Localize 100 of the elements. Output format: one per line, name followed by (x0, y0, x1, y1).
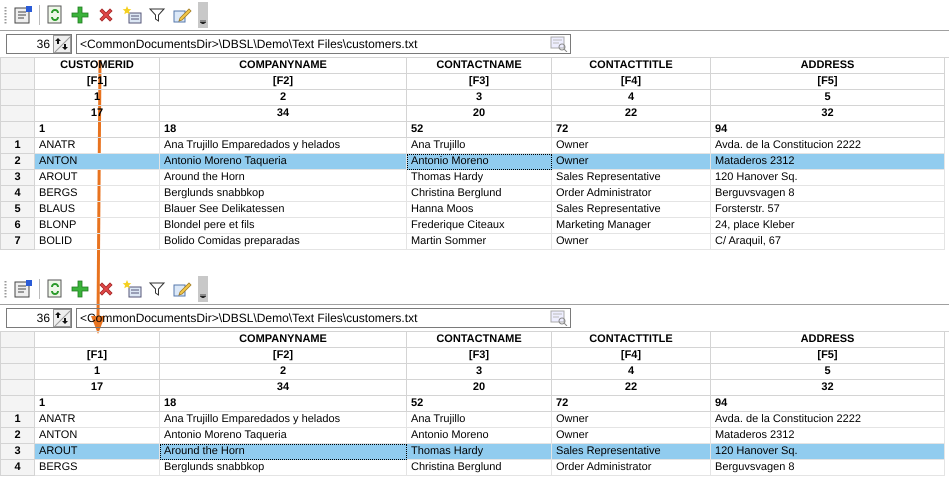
plus-icon[interactable] (70, 279, 90, 299)
column-header[interactable]: [F5] (711, 348, 945, 364)
table-cell[interactable]: Sales Representative (552, 444, 711, 460)
column-header[interactable]: 4 (552, 90, 711, 106)
table-cell[interactable]: Hanna Moos (407, 202, 552, 218)
table-cell[interactable]: Christina Berglund (407, 186, 552, 202)
table-cell[interactable]: Blondel pere et fils (160, 218, 407, 234)
column-header[interactable]: 17 (35, 380, 160, 396)
table-cell[interactable]: Martin Sommer (407, 234, 552, 250)
table-row[interactable]: 1 ANATR Ana Trujillo Emparedados y helados Ana Trujillo Owner Avda. de la Constitucion 2222 (0, 412, 945, 428)
column-header[interactable]: 52 (407, 122, 552, 138)
table-cell[interactable]: Owner (552, 412, 711, 428)
column-header[interactable]: 52 (407, 396, 552, 412)
column-header[interactable]: 1 (35, 396, 160, 412)
table-cell[interactable]: BLAUS (35, 202, 160, 218)
record-count-field[interactable]: 36 (6, 308, 72, 328)
column-header[interactable]: 5 (711, 364, 945, 380)
table-cell[interactable]: Avda. de la Constitucion 2222 (711, 412, 945, 428)
column-header[interactable]: 94 (711, 122, 945, 138)
sort-arrows-icon[interactable] (53, 35, 71, 53)
table-cell[interactable]: Sales Representative (552, 170, 711, 186)
properties-icon[interactable] (13, 279, 33, 299)
table-cell[interactable]: Antonio Moreno Taqueria (160, 154, 407, 170)
column-header[interactable]: [F5] (711, 74, 945, 90)
table-cell[interactable]: Antonio Moreno (407, 154, 552, 170)
column-header[interactable]: 34 (160, 106, 407, 122)
table-cell[interactable]: ANTON (35, 154, 160, 170)
column-header[interactable]: 5 (711, 90, 945, 106)
column-header[interactable]: 34 (160, 380, 407, 396)
new-item-icon[interactable] (122, 279, 142, 299)
browse-icon[interactable] (550, 36, 568, 52)
table-cell[interactable]: 24, place Kleber (711, 218, 945, 234)
column-header[interactable]: COMPANYNAME (160, 58, 407, 74)
table-cell[interactable]: BERGS (35, 186, 160, 202)
table-cell[interactable]: Owner (552, 154, 711, 170)
table-cell[interactable]: Berguvsvagen 8 (711, 186, 945, 202)
column-header[interactable]: 72 (552, 396, 711, 412)
table-cell[interactable]: Berglunds snabbkop (160, 186, 407, 202)
column-header[interactable]: 72 (552, 122, 711, 138)
table-row[interactable]: 3 AROUT Around the Horn Thomas Hardy Sales Representative 120 Hanover Sq. (0, 170, 945, 186)
column-header[interactable]: [F4] (552, 348, 711, 364)
table-cell[interactable]: Christina Berglund (407, 460, 552, 476)
column-header[interactable]: 94 (711, 396, 945, 412)
table-cell[interactable]: Blauer See Delikatessen (160, 202, 407, 218)
table-cell[interactable]: Marketing Manager (552, 218, 711, 234)
column-header[interactable]: CONTACTNAME (407, 332, 552, 348)
column-header[interactable]: 3 (407, 90, 552, 106)
table-cell[interactable]: Around the Horn (160, 444, 407, 460)
table-cell[interactable]: Order Administrator (552, 186, 711, 202)
properties-icon[interactable] (13, 5, 33, 25)
table-row[interactable]: 2 ANTON Antonio Moreno Taqueria Antonio Moreno Owner Mataderos 2312 (0, 154, 945, 170)
column-header[interactable]: 18 (160, 122, 407, 138)
column-header[interactable]: [F3] (407, 348, 552, 364)
grip-icon[interactable] (4, 6, 7, 24)
toolbar-overflow-button[interactable] (198, 2, 208, 28)
browse-icon[interactable] (550, 310, 568, 326)
column-header[interactable]: 20 (407, 380, 552, 396)
refresh-icon[interactable] (46, 279, 64, 299)
table-cell[interactable]: Around the Horn (160, 170, 407, 186)
column-header[interactable]: [F1] (35, 348, 160, 364)
toolbar-overflow-button[interactable] (198, 276, 208, 302)
column-header[interactable]: [F2] (160, 348, 407, 364)
table-row[interactable]: 3 AROUT Around the Horn Thomas Hardy Sales Representative 120 Hanover Sq. (0, 444, 945, 460)
table-cell[interactable]: Thomas Hardy (407, 170, 552, 186)
column-header[interactable]: 4 (552, 364, 711, 380)
column-header[interactable]: CONTACTTITLE (552, 332, 711, 348)
column-header[interactable]: 18 (160, 396, 407, 412)
table-cell[interactable]: Thomas Hardy (407, 444, 552, 460)
column-header[interactable]: 1 (35, 122, 160, 138)
table-cell[interactable]: Frederique Citeaux (407, 218, 552, 234)
column-header[interactable]: CONTACTTITLE (552, 58, 711, 74)
table-cell[interactable]: Bolido Comidas preparadas (160, 234, 407, 250)
table-row[interactable]: 4 BERGS Berglunds snabbkop Christina Berglund Order Administrator Berguvsvagen 8 (0, 186, 945, 202)
table-cell[interactable]: Forsterstr. 57 (711, 202, 945, 218)
sort-arrows-icon[interactable] (53, 309, 71, 327)
table-row[interactable]: 5 BLAUS Blauer See Delikatessen Hanna Moos Sales Representative Forsterstr. 57 (0, 202, 945, 218)
file-path-field[interactable]: <CommonDocumentsDir>\DBSL\Demo\Text Files\customers.txt (76, 34, 571, 54)
record-count-field[interactable]: 36 (6, 34, 72, 54)
table-cell[interactable]: Berguvsvagen 8 (711, 460, 945, 476)
table-cell[interactable]: Mataderos 2312 (711, 154, 945, 170)
column-header[interactable]: ADDRESS (711, 58, 945, 74)
column-header[interactable]: COMPANYNAME (160, 332, 407, 348)
table-cell[interactable]: Owner (552, 234, 711, 250)
table-cell[interactable]: 120 Hanover Sq. (711, 170, 945, 186)
column-header[interactable]: 2 (160, 90, 407, 106)
table-cell[interactable]: BOLID (35, 234, 160, 250)
table-cell[interactable]: Ana Trujillo Emparedados y helados (160, 412, 407, 428)
column-header[interactable]: 22 (552, 380, 711, 396)
column-header[interactable]: CONTACTNAME (407, 58, 552, 74)
table-cell[interactable]: Sales Representative (552, 202, 711, 218)
column-header[interactable]: [F4] (552, 74, 711, 90)
table-row[interactable]: 4 BERGS Berglunds snabbkop Christina Berglund Order Administrator Berguvsvagen 8 (0, 460, 945, 476)
column-header[interactable]: 32 (711, 380, 945, 396)
column-header[interactable]: ADDRESS (711, 332, 945, 348)
table-row[interactable]: 6 BLONP Blondel pere et fils Frederique Citeaux Marketing Manager 24, place Kleber (0, 218, 945, 234)
table-cell[interactable]: AROUT (35, 444, 160, 460)
table-cell[interactable]: BERGS (35, 460, 160, 476)
column-header[interactable]: 32 (711, 106, 945, 122)
column-header[interactable]: 1 (35, 364, 160, 380)
column-header[interactable]: 22 (552, 106, 711, 122)
